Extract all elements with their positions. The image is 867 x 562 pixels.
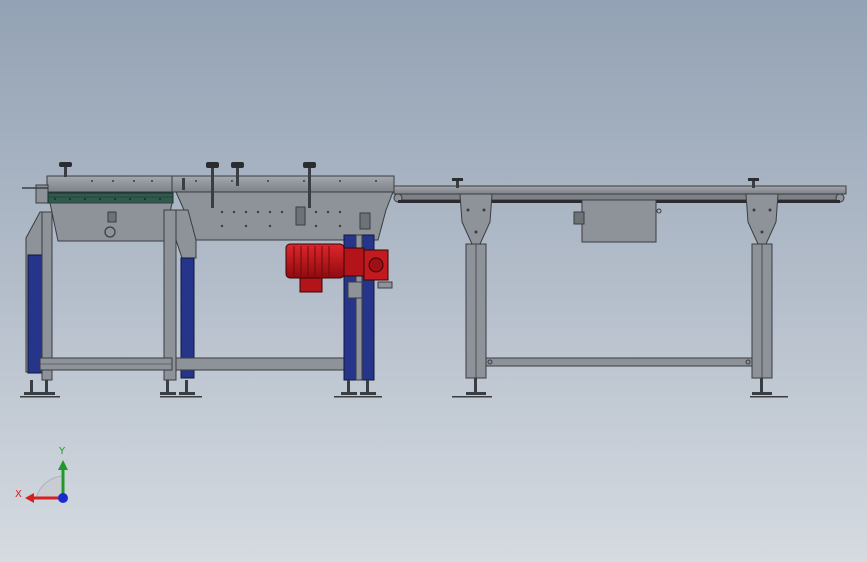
z-axis-dot (58, 493, 68, 503)
conveyor-assembly-drawing: Y X (15, 162, 847, 503)
cad-viewport[interactable]: Y X (0, 0, 867, 562)
drive-conveyor-module (171, 162, 395, 398)
axis-triad: Y X (15, 446, 68, 503)
x-axis-arrowhead (25, 493, 34, 503)
x-axis-label: X (15, 489, 22, 500)
left-conveyor-module (20, 162, 202, 398)
y-axis-label: Y (58, 446, 66, 457)
right-conveyor-module (393, 178, 847, 398)
y-axis-arrowhead (58, 460, 68, 470)
drive-motor (285, 243, 393, 299)
